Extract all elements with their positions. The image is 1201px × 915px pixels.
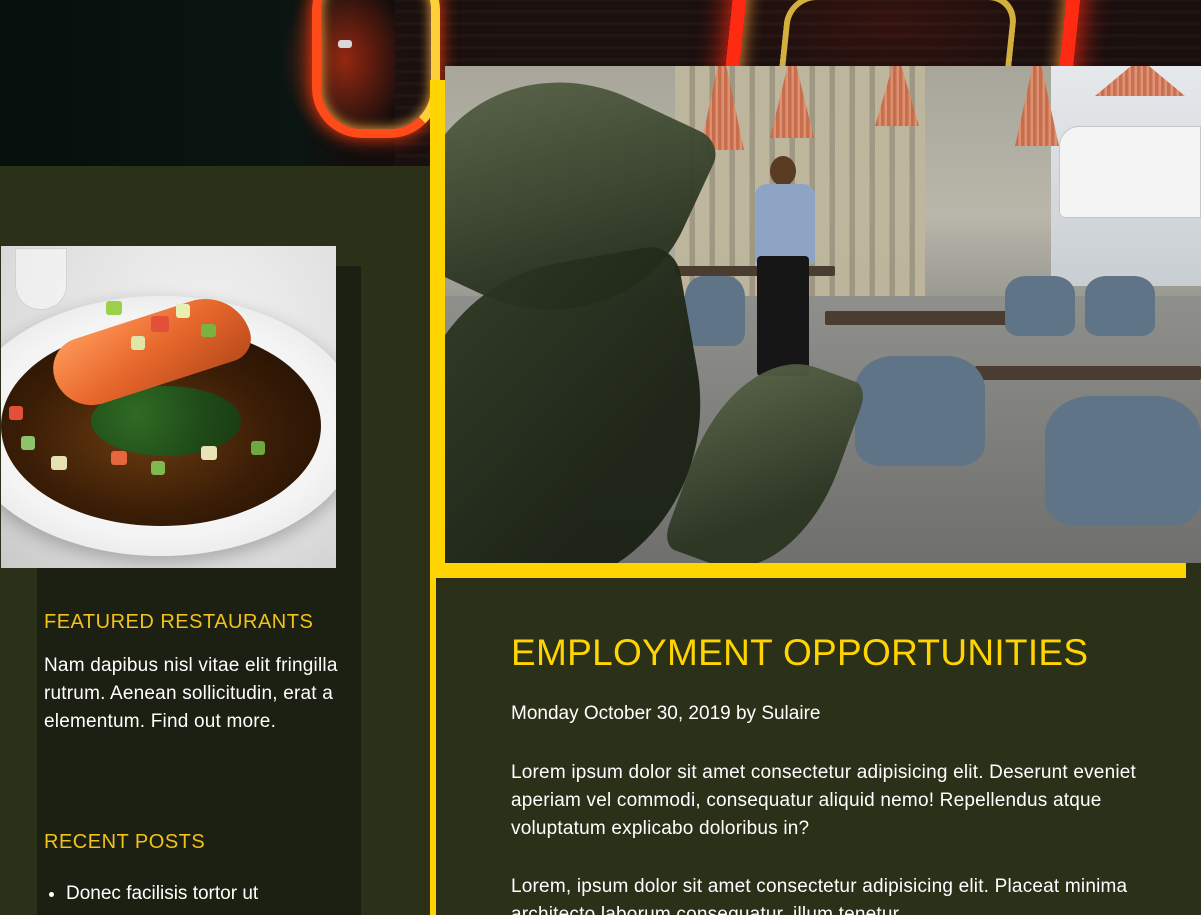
garnish-cucumber — [176, 304, 190, 318]
dining-chair — [1045, 396, 1201, 526]
garnish-green — [201, 324, 216, 337]
find-out-more-link[interactable]: Find out more. — [151, 711, 276, 732]
diced-veg — [111, 451, 127, 465]
neon-clip — [338, 40, 352, 48]
restaurant-interior-image — [445, 66, 1201, 563]
waitress-head — [770, 156, 796, 186]
article-title: EMPLOYMENT OPPORTUNITIES — [511, 632, 1089, 673]
garnish-green — [106, 301, 122, 315]
diced-veg — [251, 441, 265, 455]
dining-chair — [1085, 276, 1155, 336]
waitress — [745, 156, 815, 386]
diced-veg — [151, 461, 165, 475]
garnish-red — [151, 316, 169, 332]
article-meta: Monday October 30, 2019 by Sulaire — [511, 703, 821, 724]
wine-glass — [15, 248, 67, 310]
article-paragraph: Lorem ipsum dolor sit amet consectetur a… — [511, 762, 1137, 839]
neon-tube-left — [312, 0, 440, 138]
dining-chair — [685, 276, 745, 346]
dining-chair — [1005, 276, 1075, 336]
recent-posts-list: Donec facilisis tortor ut — [44, 880, 356, 908]
boat — [1059, 126, 1201, 218]
article-border — [430, 578, 436, 915]
dining-chair — [855, 356, 985, 466]
diced-veg — [21, 436, 35, 450]
article-paragraph: Lorem, ipsum dolor sit amet consectetur … — [511, 876, 1128, 915]
diced-veg — [201, 446, 217, 460]
diced-veg — [51, 456, 67, 470]
recent-posts-heading: RECENT POSTS — [44, 831, 206, 853]
recent-post-link[interactable]: Donec facilisis tortor ut — [66, 883, 258, 904]
dining-table — [975, 366, 1201, 380]
featured-restaurants-heading: FEATURED RESTAURANTS — [44, 611, 314, 633]
diced-veg — [9, 406, 23, 420]
salmon-dish-image — [1, 246, 336, 568]
list-item: Donec facilisis tortor ut — [66, 880, 356, 908]
waitress-apron — [757, 256, 809, 376]
page: FEATURED RESTAURANTS Nam dapibus nisl vi… — [0, 0, 1201, 915]
garnish-cucumber — [131, 336, 145, 350]
featured-restaurants-text: Nam dapibus nisl vitae elit fringilla ru… — [44, 652, 349, 736]
waitress-shirt — [755, 184, 815, 264]
dining-table — [825, 311, 1025, 325]
